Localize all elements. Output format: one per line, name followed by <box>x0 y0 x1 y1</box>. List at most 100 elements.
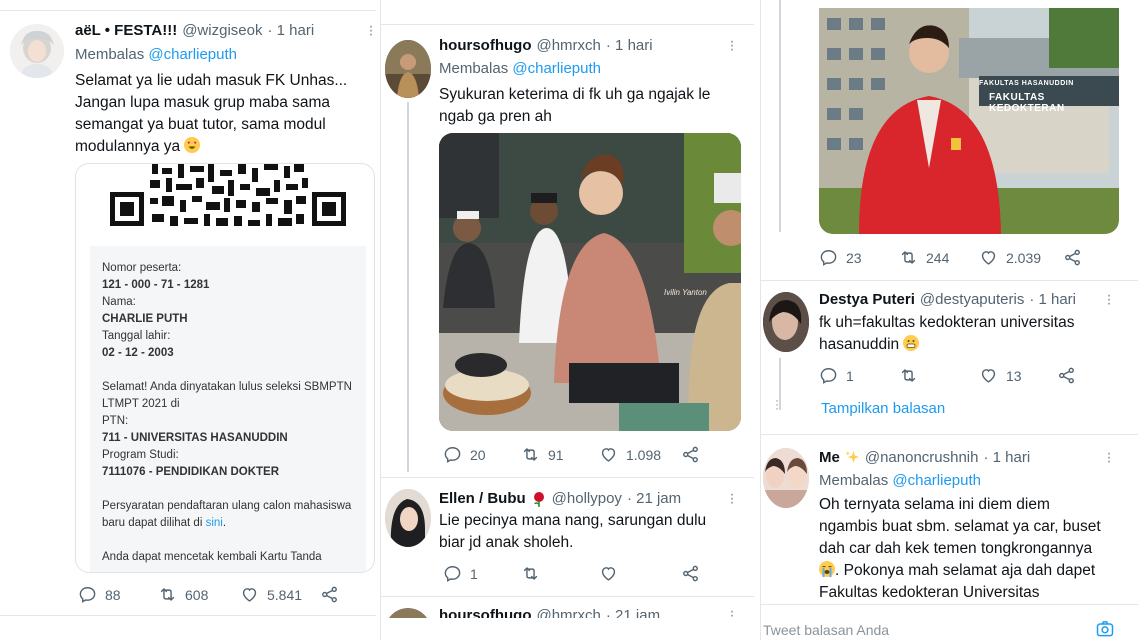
tweet-time[interactable]: · 1 hari <box>1029 291 1076 308</box>
reply-handle-link[interactable]: @charlieputh <box>512 60 601 77</box>
avatar[interactable] <box>763 292 809 352</box>
nomor-label: Nomor peserta: <box>102 262 182 274</box>
retweet-icon <box>523 448 538 461</box>
tweet-divider <box>381 477 754 478</box>
persyaratan-link[interactable]: sini <box>206 517 223 529</box>
tweet-photo[interactable]: FAKULTAS HASANUDDIN FAKULTAS KEDOKTERAN <box>819 8 1119 234</box>
reply-composer[interactable]: Tweet balasan Anda <box>761 604 1138 640</box>
tweet-time[interactable]: · 1 hari <box>983 449 1030 466</box>
nama-label: Nama: <box>102 296 136 308</box>
avatar[interactable] <box>763 448 809 508</box>
rose-emoji-icon <box>533 491 544 507</box>
show-replies-link[interactable]: Tampilkan balasan <box>821 400 945 417</box>
reply-button[interactable]: 88 <box>78 585 158 604</box>
more-options-icon[interactable]: ··· <box>1106 288 1112 312</box>
display-name[interactable]: hoursofhugo <box>439 37 531 54</box>
tweet-photo[interactable]: Ivilin Yanton <box>439 133 741 431</box>
user-handle[interactable]: @hollypoy <box>552 490 622 507</box>
avatar[interactable] <box>385 489 431 547</box>
retweet-button[interactable] <box>521 564 599 583</box>
avatar-illustration <box>10 24 64 78</box>
display-name[interactable]: aëL • FESTA!!! <box>75 22 177 39</box>
screenshot-panel-2: hoursofhugo @hmrxch · 1 hari · · · Membala… <box>380 0 754 640</box>
reply-prefix: Membalas <box>75 46 145 63</box>
retweet-button[interactable]: 244 <box>899 248 979 267</box>
result-details: Nomor peserta: 121 - 000 - 71 - 1281 Nam… <box>102 260 358 566</box>
user-handle[interactable]: @hmrxch <box>536 37 600 54</box>
display-name[interactable]: Ellen / Bubu <box>439 490 526 507</box>
reply-handle-link[interactable]: @charlieputh <box>148 46 237 63</box>
tweet-text: fk uh=fakultas kedokteran universitas ha… <box>819 312 1099 356</box>
tweet-actions: 20 91 1.098 <box>443 445 700 464</box>
tweet-actions: 23 244 2.039 <box>819 248 1082 267</box>
user-handle[interactable]: @destyaputeris <box>920 291 1024 308</box>
more-options-icon[interactable]: ··· <box>1106 446 1112 470</box>
tweet-text: Oh ternyata selama ini diem diem ngambis… <box>819 494 1109 604</box>
prodi-label: Program Studi: <box>102 449 179 461</box>
retweet-icon <box>901 251 916 264</box>
replying-to: Membalas @charlieputh <box>75 46 237 63</box>
reply-placeholder[interactable]: Tweet balasan Anda <box>763 622 889 638</box>
tgl-label: Tanggal lahir: <box>102 330 171 342</box>
share-button[interactable] <box>681 445 700 464</box>
photo-watermark: Ivilin Yanton <box>664 288 707 297</box>
sign-line-2: FAKULTAS KEDOKTERAN <box>989 92 1065 114</box>
reply-button[interactable]: 1 <box>819 366 899 385</box>
avatar[interactable] <box>385 40 431 98</box>
tweet-text: Syukuran keterima di fk uh ga ngajak le … <box>439 86 711 125</box>
tweet-time[interactable]: · 1 hari <box>606 37 653 54</box>
share-icon <box>1065 249 1080 266</box>
like-button[interactable]: 1.098 <box>599 445 681 464</box>
heart-icon <box>981 369 996 383</box>
share-button[interactable] <box>681 564 700 583</box>
avatar[interactable] <box>10 24 64 78</box>
user-handle[interactable]: @nanoncrushnih <box>865 449 979 466</box>
display-name[interactable]: Destya Puteri <box>819 291 915 308</box>
reply-button[interactable]: 1 <box>443 564 521 583</box>
reply-button[interactable]: 20 <box>443 445 521 464</box>
avatar-illustration <box>385 40 431 98</box>
tweet-divider <box>381 596 754 597</box>
nomor-value: 121 - 000 - 71 - 1281 <box>102 279 210 291</box>
thread-line <box>407 102 409 472</box>
tweet-time[interactable]: · 1 hari <box>267 22 314 39</box>
nama-value: CHARLIE PUTH <box>102 313 188 325</box>
camera-icon[interactable] <box>1095 619 1115 639</box>
share-icon <box>683 565 698 582</box>
qr-code-icon <box>108 164 348 230</box>
like-button[interactable]: 5.841 <box>240 585 320 604</box>
share-button[interactable] <box>320 585 339 604</box>
reply-handle-link[interactable]: @charlieputh <box>892 472 981 489</box>
tweet-media-card[interactable]: Nomor peserta: 121 - 000 - 71 - 1281 Nam… <box>75 163 375 573</box>
thread-line <box>779 0 781 232</box>
retweet-button[interactable] <box>899 366 979 385</box>
tweet-actions: 1 13 <box>819 366 1076 385</box>
tweet-actions: 88 608 5.841 <box>78 585 339 604</box>
user-handle[interactable]: @wizgiseok <box>182 22 262 39</box>
tweet-header: aëL • FESTA!!! @wizgiseok · 1 hari <box>75 22 314 39</box>
share-button[interactable] <box>1057 366 1076 385</box>
reply-icon <box>444 566 461 582</box>
reply-prefix: Membalas <box>819 472 889 489</box>
bottom-divider <box>0 615 376 616</box>
tweet-actions: 1 <box>443 564 700 583</box>
reply-button[interactable]: 23 <box>819 248 899 267</box>
like-button[interactable]: 13 <box>979 366 1057 385</box>
share-button[interactable] <box>1063 248 1082 267</box>
photo-illustration <box>439 133 741 431</box>
reply-icon <box>444 447 461 463</box>
more-options-icon[interactable]: ··· <box>368 19 374 43</box>
like-button[interactable] <box>599 564 681 583</box>
reply-count: 1 <box>470 565 478 582</box>
replying-to: Membalas @charlieputh <box>819 472 981 489</box>
like-button[interactable]: 2.039 <box>979 248 1063 267</box>
heart-eyes-emoji-icon <box>184 137 201 153</box>
ptn-label: PTN: <box>102 415 129 427</box>
display-name[interactable]: Me <box>819 449 840 466</box>
retweet-button[interactable]: 91 <box>521 445 599 464</box>
retweet-count: 608 <box>185 586 209 603</box>
tweet-time[interactable]: · 21 jam <box>627 490 681 507</box>
retweet-button[interactable]: 608 <box>158 585 240 604</box>
more-options-icon[interactable]: ··· <box>729 34 735 58</box>
more-options-icon[interactable]: ··· <box>729 487 735 511</box>
